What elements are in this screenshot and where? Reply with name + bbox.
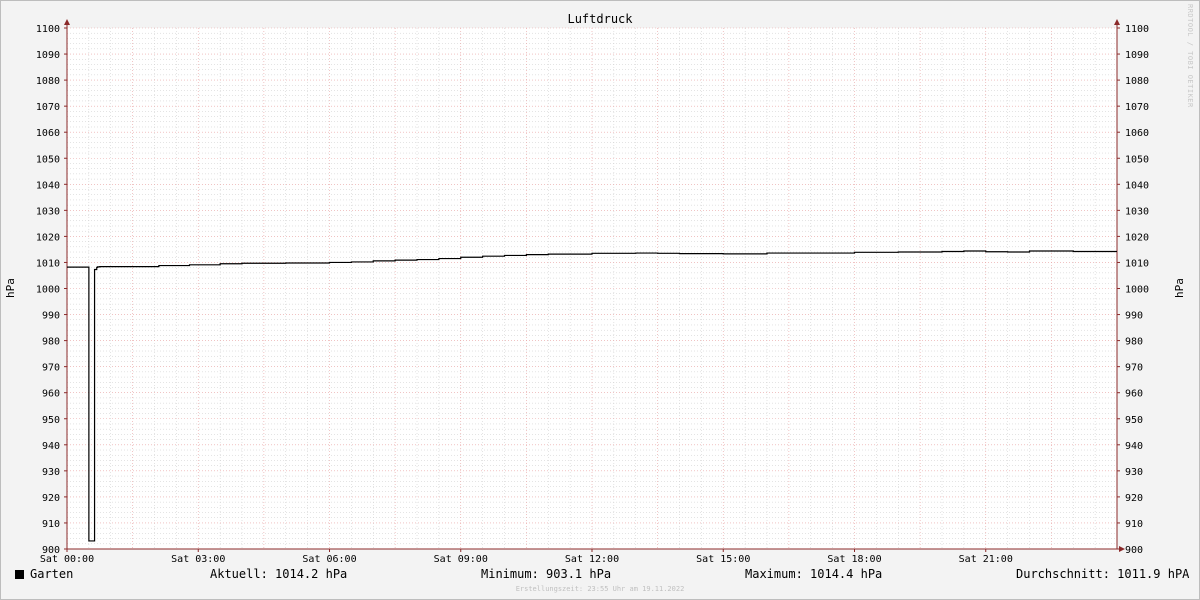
legend-average: Durchschnitt: 1011.9 hPA <box>1016 567 1190 581</box>
y-tick-labels-right: 900 910 920 930 940 950 960 970 980 990 1000 1010 10… <box>1117 24 1149 556</box>
y-tick-label-right: 1090 <box>1125 50 1149 61</box>
y-tick-label-left: 980 <box>42 337 60 348</box>
x-tick-label: Sat 12:00 <box>565 554 619 565</box>
y-tick-label-left: 1100 <box>36 24 60 35</box>
y-tick-labels-left: 9009109209309409509609709809901000101010… <box>36 24 67 556</box>
y-tick-label-right: 920 <box>1125 493 1143 504</box>
y-tick-label-right: 1100 <box>1125 24 1149 35</box>
y-tick-label-left: 1050 <box>36 154 60 165</box>
y-tick-label-left: 1020 <box>36 232 60 243</box>
x-tick-labels: Sat 00:00 Sat 03:00 Sat 06:00 Sat 09:00 Sat … <box>40 549 1013 565</box>
y-tick-label-right: 1080 <box>1125 76 1149 87</box>
y-tick-label-right: 1000 <box>1125 285 1149 296</box>
y-tick-label-left: 930 <box>42 467 60 478</box>
y-axis-label-left: hPa <box>4 278 17 298</box>
y-tick-label-left: 1010 <box>36 258 60 269</box>
y-tick-label-left: 1030 <box>36 206 60 217</box>
x-tick-label: Sat 09:00 <box>434 554 488 565</box>
footer-timestamp: Erstellungszeit: 23:55 Uhr am 19.11.2022 <box>515 585 685 593</box>
y-tick-label-right: 910 <box>1125 519 1143 530</box>
y-tick-label-right: 950 <box>1125 415 1143 426</box>
y-tick-label-right: 1020 <box>1125 232 1149 243</box>
legend-swatch-garten <box>15 570 24 579</box>
y-tick-label-left: 1080 <box>36 76 60 87</box>
y-tick-label-left: 1040 <box>36 180 60 191</box>
y-tick-label-left: 950 <box>42 415 60 426</box>
y-tick-label-left: 960 <box>42 389 60 400</box>
y-tick-label-left: 920 <box>42 493 60 504</box>
x-tick-label: Sat 00:00 <box>40 554 94 565</box>
y-axis-right-arrow-icon <box>1114 19 1120 25</box>
x-tick-label: Sat 21:00 <box>959 554 1013 565</box>
y-tick-label-right: 960 <box>1125 389 1143 400</box>
x-tick-label: Sat 18:00 <box>827 554 881 565</box>
y-axis-label-right: hPa <box>1173 278 1186 298</box>
watermark: RRDTOOL / TOBI OETIKER <box>1186 4 1194 108</box>
y-tick-label-left: 1000 <box>36 285 60 296</box>
y-tick-label-right: 1040 <box>1125 180 1149 191</box>
y-tick-label-right: 990 <box>1125 311 1143 322</box>
y-tick-label-right: 1070 <box>1125 102 1149 113</box>
y-tick-label-right: 900 <box>1125 545 1143 556</box>
y-tick-label-left: 970 <box>42 363 60 374</box>
y-tick-label-left: 990 <box>42 311 60 322</box>
y-tick-label-right: 1030 <box>1125 206 1149 217</box>
legend-series-name: Garten <box>30 567 74 581</box>
y-tick-label-left: 910 <box>42 519 60 530</box>
y-tick-label-left: 940 <box>42 441 60 452</box>
y-tick-label-left: 1070 <box>36 102 60 113</box>
legend-minimum: Minimum: 903.1 hPa <box>481 567 612 581</box>
y-tick-label-right: 1050 <box>1125 154 1149 165</box>
x-tick-label: Sat 03:00 <box>171 554 225 565</box>
legend-current: Aktuell: 1014.2 hPa <box>210 567 348 581</box>
chart-title: Luftdruck <box>567 12 633 26</box>
y-tick-label-right: 970 <box>1125 363 1143 374</box>
chart: 900 910 920 930 940 950 960 970 980 990 1000 1010 10… <box>4 4 1194 565</box>
y-tick-label-right: 940 <box>1125 441 1143 452</box>
legend-maximum: Maximum: 1014.4 hPa <box>745 567 883 581</box>
x-tick-label: Sat 06:00 <box>302 554 356 565</box>
y-tick-label-right: 1010 <box>1125 258 1149 269</box>
y-tick-label-left: 1060 <box>36 128 60 139</box>
y-tick-label-left: 1090 <box>36 50 60 61</box>
y-tick-label-right: 1060 <box>1125 128 1149 139</box>
x-tick-label: Sat 15:00 <box>696 554 750 565</box>
y-axis-left-arrow-icon <box>64 19 70 25</box>
y-tick-label-right: 980 <box>1125 337 1143 348</box>
y-tick-label-right: 930 <box>1125 467 1143 478</box>
